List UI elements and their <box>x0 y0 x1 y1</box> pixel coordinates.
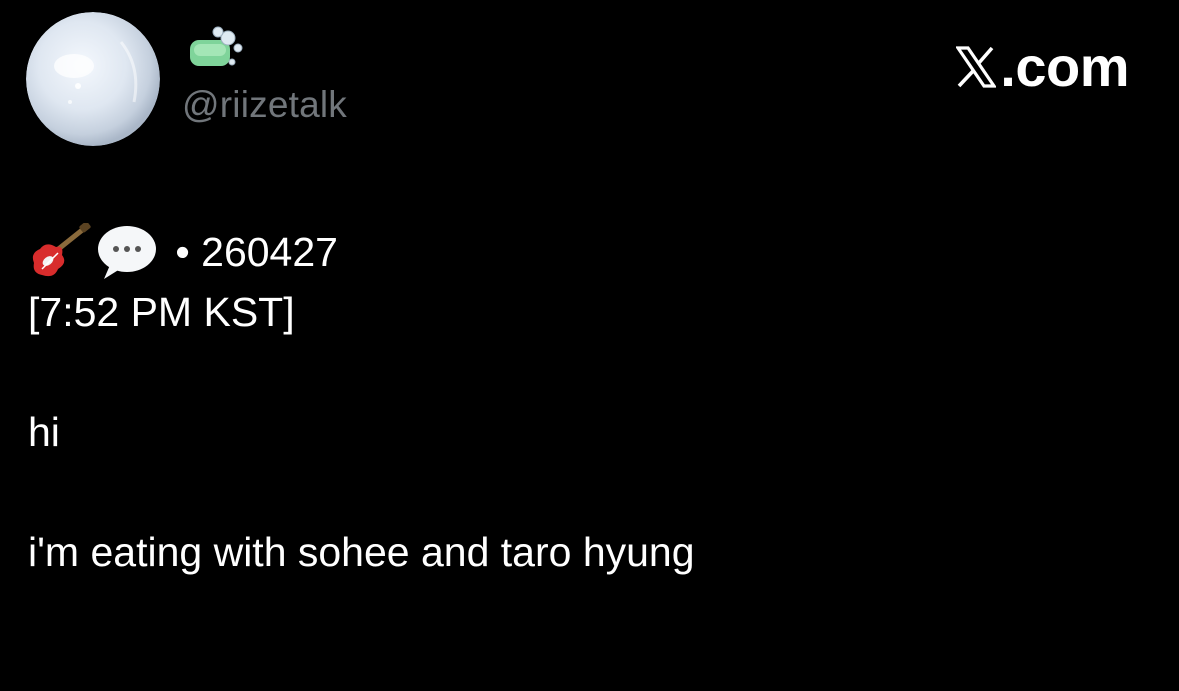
guitar-emoji-icon <box>32 223 91 277</box>
avatar[interactable] <box>26 12 160 146</box>
post-time: [7:52 PM KST] <box>28 289 295 335</box>
brand-logo: .com <box>956 34 1129 99</box>
post-text-line-1: hi <box>28 409 60 455</box>
post-body: • 260427 [7:52 PM KST] hi i'm eating wit… <box>28 222 695 582</box>
post-text-line-2: i'm eating with sohee and taro hyung <box>28 529 695 575</box>
soap-emoji-icon <box>188 26 244 70</box>
post-date: • 260427 <box>164 229 338 275</box>
x-logo-icon <box>956 45 997 88</box>
brand-domain: .com <box>1000 35 1129 98</box>
speech-bubble-emoji-icon <box>98 226 156 279</box>
account-handle[interactable]: @riizetalk <box>182 84 347 126</box>
bubble-avatar-image <box>26 12 160 146</box>
post-header-line: • 260427 <box>28 222 695 282</box>
